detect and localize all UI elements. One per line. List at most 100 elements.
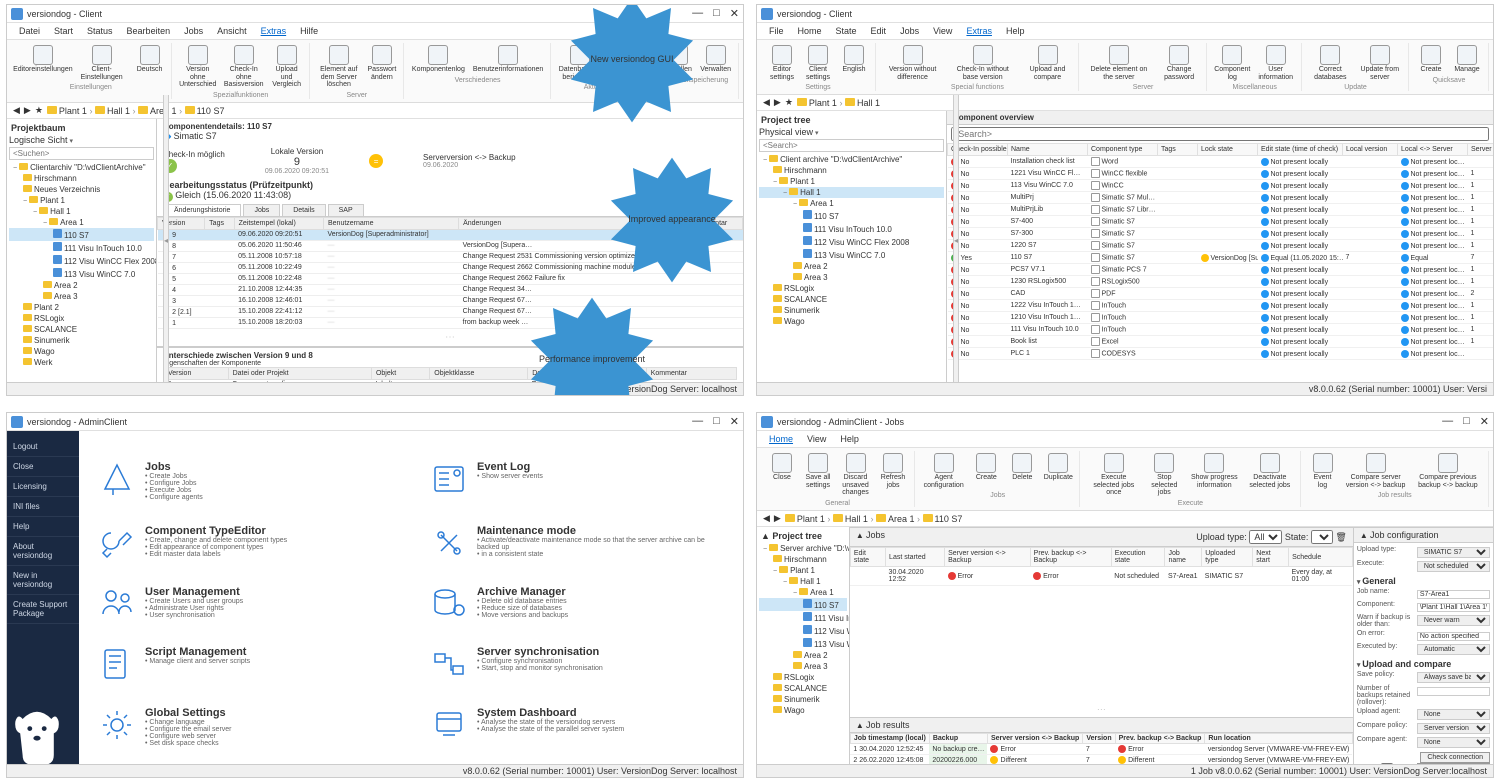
tree-node[interactable]: Wago xyxy=(9,346,154,357)
col-header[interactable]: Last started xyxy=(886,548,945,567)
overview-row[interactable]: NoS7-300Simatic S7Not present locallyNot… xyxy=(948,228,1494,240)
tree-node[interactable]: 113 Visu WinCC 7.0 xyxy=(759,248,944,261)
crumb-segment[interactable]: Hall 1 xyxy=(845,514,868,524)
col-header[interactable]: Edit state (time of check) xyxy=(1258,144,1343,156)
minimize-button[interactable]: — xyxy=(1442,415,1453,428)
hub-card[interactable]: Archive ManagerDelete old database entri… xyxy=(431,586,723,622)
col-header[interactable]: Run location xyxy=(1205,734,1352,744)
tree-node[interactable]: Hirschmann xyxy=(9,173,154,184)
ribbon-button[interactable]: Compare previous backup <-> backup xyxy=(1412,451,1484,491)
col-header[interactable]: Server version xyxy=(1468,144,1494,156)
ribbon-button[interactable]: Check-In ohne Basisversion xyxy=(221,43,267,91)
maximize-button[interactable]: □ xyxy=(713,7,720,20)
col-header[interactable]: Prev. backup <-> Backup xyxy=(1115,734,1205,744)
menu-item[interactable]: View xyxy=(801,433,832,445)
menu-item[interactable]: Status xyxy=(81,25,119,37)
cfg-component-input[interactable] xyxy=(1417,603,1490,612)
nav-home-icon[interactable]: ★ xyxy=(35,105,43,116)
tree-node[interactable]: Hirschmann xyxy=(759,554,847,565)
menu-item[interactable]: View xyxy=(927,25,958,37)
hub-card[interactable]: Server synchronisationConfigure synchron… xyxy=(431,646,723,682)
ribbon-button[interactable]: Update from server xyxy=(1356,43,1404,83)
ribbon-button[interactable]: Client-Einstellungen xyxy=(73,43,131,83)
job-cell[interactable]: SIMATIC S7 xyxy=(1202,567,1253,586)
close-button[interactable]: ✕ xyxy=(730,7,739,20)
cfg-uploadtype-select[interactable]: SIMATIC S7 xyxy=(1417,547,1490,558)
breadcrumb[interactable]: ◀▶Plant 1 › Hall 1 › Area 1 › 110 S7 xyxy=(757,511,1493,527)
tree-node[interactable]: Area 2 xyxy=(759,650,847,661)
nav-fwd-icon[interactable]: ▶ xyxy=(774,513,781,524)
menu-item[interactable]: Start xyxy=(48,25,79,37)
ribbon-button[interactable]: Upload und Vergleich xyxy=(269,43,305,91)
overview-row[interactable]: NoCADPDFNot present locallyNot present l… xyxy=(948,288,1494,300)
ribbon-button[interactable]: Show progress information xyxy=(1186,451,1242,499)
sidenav-item[interactable]: Licensing xyxy=(7,477,79,497)
tree-node[interactable]: −Clientarchiv "D:\vdClientArchive" xyxy=(9,162,154,173)
tree-node[interactable]: −Plant 1 xyxy=(759,176,944,187)
job-cell[interactable]: S7-Area1 xyxy=(1165,567,1202,586)
cfg-agent-select[interactable]: None xyxy=(1417,709,1490,720)
tree-node[interactable]: 112 Visu WinCC Flex 2008 xyxy=(759,624,847,637)
menu-item[interactable]: Home xyxy=(792,25,828,37)
tree-node[interactable]: Wago xyxy=(759,316,944,327)
sidenav-item[interactable]: New in versiondog xyxy=(7,566,79,595)
uploadtype-select[interactable]: All xyxy=(1249,530,1282,544)
tree-node[interactable]: 113 Visu WinCC 7.0 xyxy=(759,637,847,650)
tree-search-input[interactable] xyxy=(9,147,154,160)
job-cell[interactable] xyxy=(1253,567,1289,586)
tree-node[interactable]: Area 3 xyxy=(759,661,847,672)
component-overview-table[interactable]: Check-In possibleNameComponent typeTagsL… xyxy=(947,143,1493,360)
crumb-segment[interactable]: 110 S7 xyxy=(197,106,225,116)
overview-row[interactable]: No1230 RSLogix500RSLogix500Not present l… xyxy=(948,276,1494,288)
sidenav-item[interactable]: INI files xyxy=(7,497,79,517)
ribbon-button[interactable]: Editor settings xyxy=(765,43,799,83)
ribbon-button[interactable]: Komponentenlog xyxy=(409,43,468,76)
tree-node[interactable]: 110 S7 xyxy=(759,209,944,222)
overview-search-input[interactable] xyxy=(951,127,1489,141)
sidenav-item[interactable]: Help xyxy=(7,517,79,537)
ribbon-button[interactable]: Compare server version <-> backup xyxy=(1342,451,1410,491)
ribbon-button[interactable]: Deutsch xyxy=(133,43,167,83)
col-header[interactable]: Prev. backup <-> Backup xyxy=(1030,548,1111,567)
splitter[interactable]: ◂ xyxy=(163,95,169,385)
job-cell[interactable]: Error xyxy=(1030,567,1111,586)
hub-card[interactable]: JobsCreate JobsConfigure JobsExecute Job… xyxy=(99,461,391,501)
menu-item[interactable]: Ansicht xyxy=(211,25,253,37)
ribbon-button[interactable]: Create xyxy=(969,451,1003,491)
cfg-savepol-select[interactable]: Always save backup (overwriting pre xyxy=(1417,672,1490,683)
tree-view-mode[interactable]: Physical view xyxy=(759,127,813,137)
menu-item[interactable]: Help xyxy=(834,433,865,445)
tree-node[interactable]: SCALANCE xyxy=(759,683,847,694)
nav-home-icon[interactable]: ★ xyxy=(785,97,793,108)
menu-item[interactable]: Datei xyxy=(13,25,46,37)
ribbon-button[interactable]: Passwort ändern xyxy=(365,43,399,91)
job-cell[interactable]: 30.04.2020 12:52 xyxy=(886,567,945,586)
menu-item[interactable]: Help xyxy=(1000,25,1031,37)
menu-item[interactable]: Edit xyxy=(865,25,893,37)
tree-node[interactable]: −Plant 1 xyxy=(9,195,154,206)
overview-row[interactable]: NoMultiPrjSimatic S7 Mul…Not present loc… xyxy=(948,192,1494,204)
overview-row[interactable]: No113 Visu WinCC 7.0WinCCNot present loc… xyxy=(948,180,1494,192)
col-header[interactable]: Objektklasse xyxy=(430,367,528,379)
tree-node[interactable]: −Hall 1 xyxy=(9,206,154,217)
overview-row[interactable]: NoInstallation check listWordNot present… xyxy=(948,156,1494,168)
tree-node[interactable]: Sinumerik xyxy=(759,305,944,316)
ribbon-button[interactable]: Upload and compare xyxy=(1021,43,1073,83)
col-header[interactable]: Zeitstempel (lokal) xyxy=(234,217,323,229)
tree-search-input[interactable] xyxy=(759,139,944,152)
hub-card[interactable]: Component TypeEditorCreate, change and d… xyxy=(99,525,391,561)
ribbon-button[interactable]: Create xyxy=(1414,43,1448,76)
overview-row[interactable]: NoPLC 1CODESYSNot present locallyNot pre… xyxy=(948,348,1494,360)
tree-node[interactable]: Area 2 xyxy=(759,261,944,272)
tab[interactable]: Details xyxy=(282,204,325,216)
tree-node[interactable]: −Client archive "D:\vdClientArchive" xyxy=(759,154,944,165)
col-header[interactable]: Uploaded type xyxy=(1202,548,1253,567)
tree-node[interactable]: 111 Visu InTouch 10.0 xyxy=(759,222,944,235)
col-header[interactable]: Tags xyxy=(205,217,234,229)
hub-card[interactable]: Event LogShow server events xyxy=(431,461,723,501)
col-header[interactable]: Local version xyxy=(1343,144,1398,156)
ribbon-button[interactable]: Delete xyxy=(1005,451,1039,491)
sidenav-item[interactable]: Close xyxy=(7,457,79,477)
overview-row[interactable]: NoMultiPrjLibSimatic S7 Libr…Not present… xyxy=(948,204,1494,216)
hub-card[interactable]: Global SettingsChange languageConfigure … xyxy=(99,707,391,747)
